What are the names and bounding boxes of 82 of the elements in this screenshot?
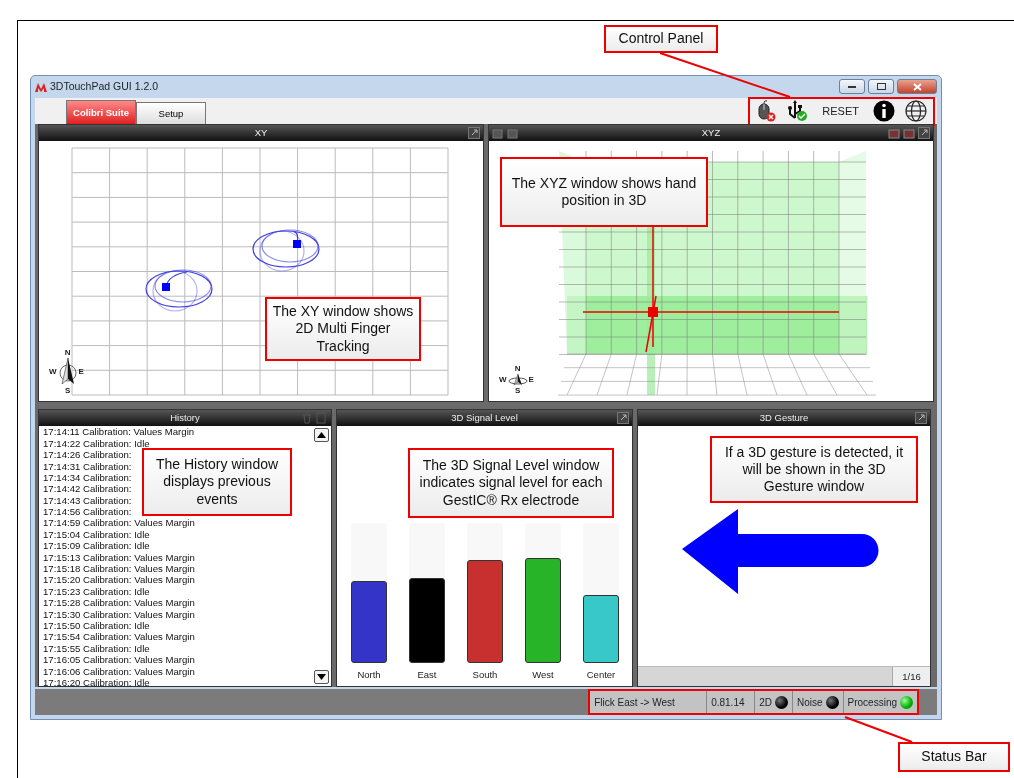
electrode-label: Center [586, 668, 616, 683]
compass-label: W [49, 368, 57, 377]
indicator-label: Noise [796, 695, 823, 710]
history-entry: 17:15:18 Calibration: Values Margin [43, 563, 195, 575]
history-entry: 17:16:05 Calibration: Values Margin [43, 654, 195, 666]
version-label: 0.81.14 [706, 691, 755, 713]
history-entry: 17:15:30 Calibration: Values Margin [43, 608, 195, 620]
close-icon [912, 82, 922, 91]
panel-title: History [170, 411, 200, 426]
gesture-status: Flick East -> West [593, 695, 676, 710]
down-arrow-icon [317, 674, 326, 681]
compass-label: E [78, 368, 84, 377]
compass-icon [56, 357, 79, 388]
history-entry: 17:15:28 Calibration: Values Margin [43, 597, 195, 609]
indicator-label: Processing [847, 695, 897, 710]
callout-note: If a 3D gesture is detected, it will be shown in the 3D Gesture window [710, 436, 918, 503]
electrode-label: West [532, 668, 554, 683]
history-entry: 17:15:20 Calibration: Values Margin [43, 574, 195, 586]
compass-label: S [63, 387, 72, 396]
callout-note: The XYZ window shows hand position in 3D [500, 157, 708, 227]
info-icon[interactable] [873, 100, 895, 123]
close-button[interactable] [897, 79, 937, 95]
history-entry: 17:15:23 Calibration: Idle [43, 585, 150, 598]
history-entry: 17:14:31 Calibration: [43, 460, 132, 472]
panel-title: XY [254, 126, 268, 141]
panel-title: 3D Signal Level [451, 411, 518, 426]
app-logo-icon [35, 81, 47, 92]
electrode-label: South [472, 668, 498, 683]
finger-trace-drawing [145, 269, 213, 312]
history-entry: 17:15:13 Calibration: Values Margin [43, 551, 195, 564]
callout-note: The History window displays previous events [142, 448, 292, 516]
history-entry: 17:14:26 Calibration: [43, 449, 132, 461]
maximize-icon [876, 83, 886, 91]
history-entry: 17:15:55 Calibration: Idle [43, 642, 150, 655]
compass-label: N [513, 365, 522, 374]
maximize-button[interactable] [868, 79, 894, 95]
finger-trace-drawing [252, 229, 320, 272]
history-entry: 17:14:42 Calibration: [43, 483, 132, 495]
minimize-icon [848, 85, 856, 89]
panel-title: 3D Gesture [759, 411, 809, 426]
electrode-label: North [357, 668, 381, 683]
compass-label: N [63, 349, 72, 358]
compass-label: W [499, 376, 507, 385]
mouse-disconnected-icon[interactable] [756, 100, 777, 123]
pop-out-icon[interactable] [617, 412, 629, 425]
history-entry: 17:14:34 Calibration: [43, 471, 132, 484]
box-icon[interactable] [492, 127, 504, 140]
compass-label: E [528, 376, 534, 385]
pop-out-icon[interactable] [915, 412, 927, 425]
scroll-up-button[interactable] [314, 428, 329, 443]
history-entry: 17:16:20 Calibration: Idle [43, 676, 150, 687]
callout-note: Status Bar [898, 742, 1010, 772]
callout-note: Control Panel [604, 25, 718, 53]
minimize-button[interactable] [839, 79, 865, 95]
compass-label: S [513, 387, 522, 396]
callout-note: The XY window shows 2D Multi Finger Tracking [265, 297, 421, 361]
callout-note: The 3D Signal Level window indicates signal level for each GestIC® Rx electrode [408, 448, 614, 518]
tab[interactable]: Colibri Suite [66, 100, 136, 125]
globe-icon[interactable] [905, 100, 927, 123]
compass-icon [506, 373, 529, 388]
indicator-label: 2D [759, 695, 772, 710]
panel-title: XYZ [701, 126, 721, 141]
pop-out-icon[interactable] [918, 127, 930, 140]
history-entry: 17:15:09 Calibration: Idle [43, 540, 150, 552]
history-entry: 17:16:06 Calibration: Values Margin [43, 665, 195, 677]
history-entry: 17:15:50 Calibration: Idle [43, 620, 150, 632]
reset-button[interactable]: RESET [818, 102, 863, 120]
history-entry: 17:14:11 Calibration: Values Margin [43, 426, 195, 438]
window-title: 3DTouchPad GUI 1.2.0 [50, 78, 159, 94]
history-entry: 17:15:54 Calibration: Values Margin [43, 631, 195, 643]
usb-connected-icon[interactable] [786, 100, 809, 123]
history-entry: 17:14:59 Calibration: Values Margin [43, 517, 195, 529]
history-entry: 17:14:56 Calibration: [43, 506, 132, 518]
history-entry: 17:14:43 Calibration: [43, 494, 132, 507]
electrode-label: East [417, 668, 437, 683]
pop-out-icon[interactable] [468, 127, 480, 140]
gesture-page-counter: 1/16 [892, 667, 930, 687]
history-entry: 17:15:04 Calibration: Idle [43, 528, 150, 541]
up-arrow-icon [317, 432, 326, 439]
scroll-down-button[interactable] [314, 670, 329, 685]
tab[interactable]: Setup [136, 102, 206, 125]
history-entry: 17:14:22 Calibration: Idle [43, 437, 150, 450]
